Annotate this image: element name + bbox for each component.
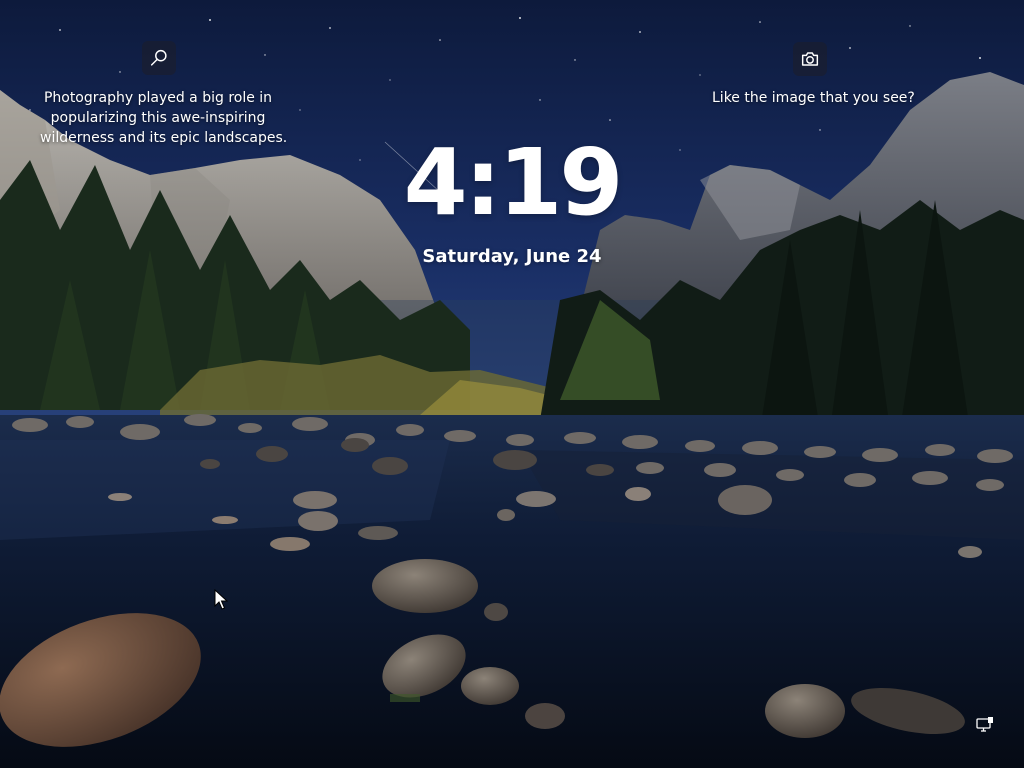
lock-screen-time: 4:19 [403, 129, 624, 236]
spotlight-info-line-2: popularizing this awe-inspiring [50, 110, 266, 126]
spotlight-feedback-button[interactable] [793, 42, 827, 76]
lock-screen-date: Saturday, June 24 [422, 246, 602, 267]
network-icon[interactable] [975, 715, 995, 735]
camera-icon [801, 52, 819, 66]
spotlight-info-button[interactable] [142, 41, 176, 75]
spotlight-info-line-1: Photography played a big role in [43, 90, 273, 106]
lock-screen[interactable]: Photography played a big role in popular… [0, 0, 1024, 768]
search-icon [150, 49, 167, 66]
spotlight-info-text[interactable]: Photography played a big role in popular… [40, 88, 288, 148]
mouse-cursor-icon [214, 589, 228, 610]
spotlight-feedback-text[interactable]: Like the image that you see? [712, 88, 915, 108]
spotlight-info-line-3: wilderness and its epic landscapes. [40, 130, 288, 146]
